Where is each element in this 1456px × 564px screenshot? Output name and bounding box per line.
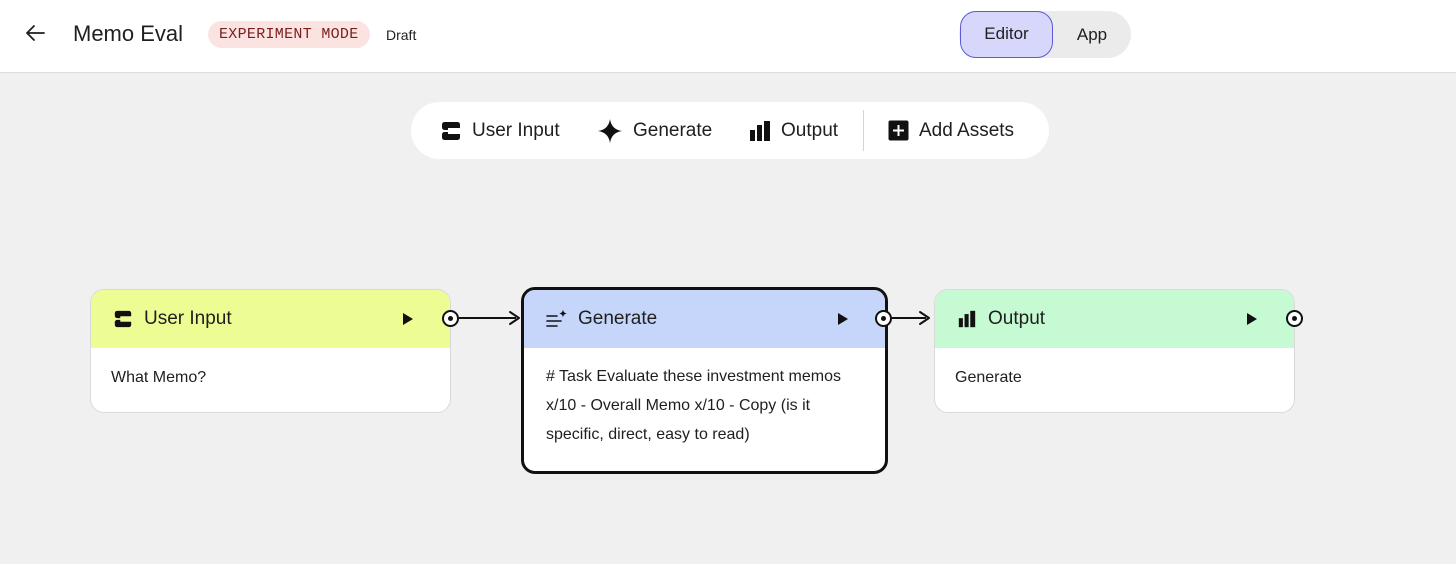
node-body: # Task Evaluate these investment memos x… — [546, 368, 841, 443]
edge-user-input-to-generate — [459, 311, 520, 325]
output-port[interactable] — [875, 310, 892, 327]
node-header: User Input — [91, 290, 450, 348]
node-connections — [459, 311, 930, 325]
output-chart-icon — [958, 310, 976, 328]
node-title: Generate — [578, 308, 658, 329]
play-icon[interactable] — [402, 312, 414, 326]
node-title: User Input — [144, 308, 232, 329]
node-output[interactable]: Output Generate — [934, 289, 1295, 413]
node-body: Generate — [955, 369, 1022, 386]
node-generate[interactable]: Generate # Task Evaluate these investmen… — [521, 287, 888, 474]
node-title: Output — [988, 308, 1046, 329]
edge-generate-to-output — [892, 311, 930, 325]
play-icon[interactable] — [1246, 312, 1258, 326]
node-body: What Memo? — [111, 369, 207, 386]
output-port[interactable] — [1286, 310, 1303, 327]
user-input-icon — [114, 310, 133, 328]
play-icon[interactable] — [837, 312, 849, 326]
output-port[interactable] — [442, 310, 459, 327]
node-user-input[interactable]: User Input What Memo? — [90, 289, 451, 413]
generate-text-icon — [546, 309, 567, 327]
node-header: Generate — [524, 290, 885, 348]
node-header: Output — [935, 290, 1294, 348]
